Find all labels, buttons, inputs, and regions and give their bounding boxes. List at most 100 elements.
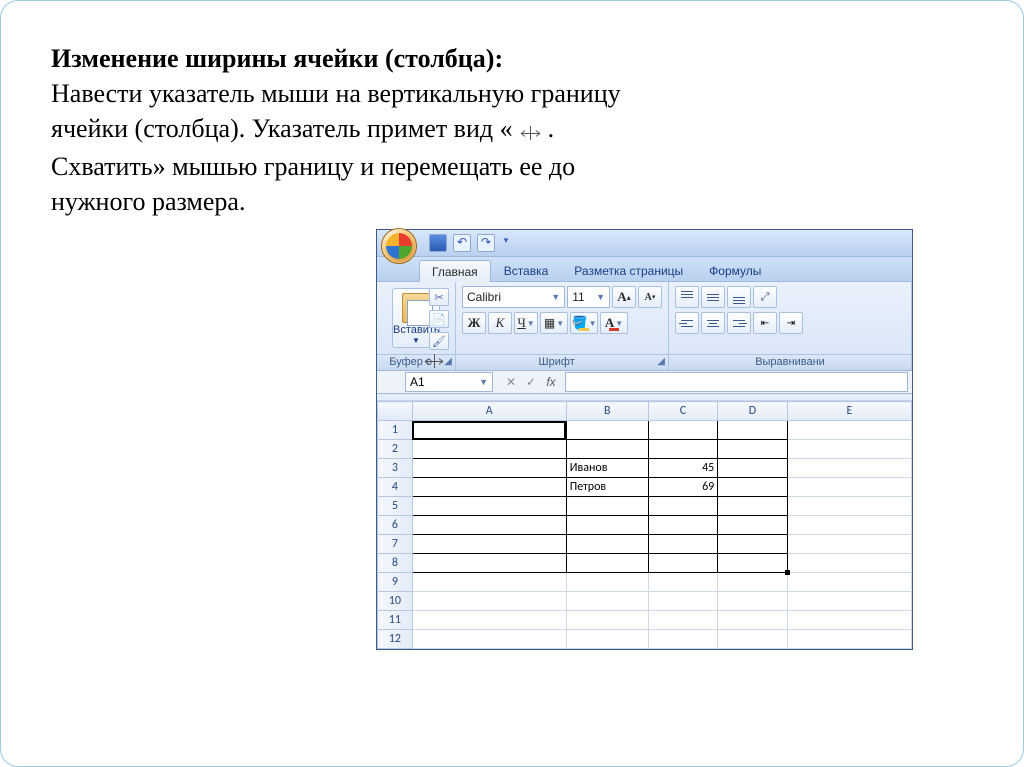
cell-D4[interactable] [718, 478, 788, 497]
borders-button[interactable]: ▦▼ [540, 312, 568, 334]
format-painter-icon[interactable]: 🖌 [429, 332, 449, 350]
cell-C11[interactable] [648, 611, 718, 630]
cell-C8[interactable] [648, 554, 718, 573]
cell-A2[interactable] [412, 440, 566, 459]
tab-insert[interactable]: Вставка [491, 259, 562, 281]
font-launcher-icon[interactable]: ◢ [657, 356, 665, 367]
cell-E11[interactable] [787, 611, 911, 630]
grow-font-icon[interactable]: A▴ [612, 286, 636, 308]
cell-B11[interactable] [566, 611, 648, 630]
bold-button[interactable]: Ж [462, 312, 486, 334]
cell-A8[interactable] [412, 554, 566, 573]
orientation-icon[interactable]: ⤢ [753, 286, 777, 308]
cell-A12[interactable] [412, 630, 566, 649]
cell-C4[interactable]: 69 [648, 478, 718, 497]
cell-B2[interactable] [566, 440, 648, 459]
cell-B8[interactable] [566, 554, 648, 573]
row-header[interactable]: 1 [378, 421, 413, 440]
cell-C2[interactable] [648, 440, 718, 459]
align-middle-icon[interactable] [701, 286, 725, 308]
column-headers[interactable]: A B C D E [378, 402, 912, 421]
cut-icon[interactable]: ✂ [429, 288, 449, 306]
increase-indent-icon[interactable]: ⇥ [779, 312, 803, 334]
cell-D11[interactable] [718, 611, 788, 630]
cell-A10[interactable] [412, 592, 566, 611]
cell-E4[interactable] [787, 478, 911, 497]
cell-E9[interactable] [787, 573, 911, 592]
cell-B4[interactable]: Петров [566, 478, 648, 497]
shrink-font-icon[interactable]: A▾ [638, 286, 662, 308]
cell-E7[interactable] [787, 535, 911, 554]
row-header[interactable]: 9 [378, 573, 413, 592]
row-header[interactable]: 2 [378, 440, 413, 459]
cell-A4[interactable] [412, 478, 566, 497]
cell-A9[interactable] [412, 573, 566, 592]
cancel-icon[interactable]: ✕ [503, 375, 519, 389]
worksheet-grid[interactable]: A B C D E 1 2 [377, 401, 912, 649]
cell-E8[interactable] [787, 554, 911, 573]
cell-A6[interactable] [412, 516, 566, 535]
name-box[interactable]: A1 ▼ [405, 372, 493, 392]
font-color-button[interactable]: A▼ [600, 312, 628, 334]
font-name-select[interactable]: Calibri ▼ [462, 286, 565, 308]
cell-E2[interactable] [787, 440, 911, 459]
cell-E5[interactable] [787, 497, 911, 516]
undo-icon[interactable] [453, 234, 471, 252]
tab-page-layout[interactable]: Разметка страницы [561, 259, 696, 281]
redo-icon[interactable] [477, 234, 495, 252]
col-header-C[interactable]: C [648, 402, 718, 421]
cell-B3[interactable]: Иванов [566, 459, 648, 478]
row-header[interactable]: 7 [378, 535, 413, 554]
cell-C10[interactable] [648, 592, 718, 611]
formula-input[interactable] [565, 372, 908, 392]
cell-B5[interactable] [566, 497, 648, 516]
cell-D8[interactable] [718, 554, 788, 573]
cell-D6[interactable] [718, 516, 788, 535]
col-header-A[interactable]: A [412, 402, 566, 421]
row-header[interactable]: 8 [378, 554, 413, 573]
save-icon[interactable] [429, 234, 447, 252]
grid-body[interactable]: 1 2 3 Иванов [378, 421, 912, 649]
align-right-icon[interactable] [727, 312, 751, 334]
col-header-B[interactable]: B [566, 402, 648, 421]
cell-D12[interactable] [718, 630, 788, 649]
cell-D2[interactable] [718, 440, 788, 459]
cell-C9[interactable] [648, 573, 718, 592]
cell-A3[interactable] [412, 459, 566, 478]
cell-B6[interactable] [566, 516, 648, 535]
italic-button[interactable]: К [488, 312, 512, 334]
cell-A1[interactable] [412, 421, 566, 440]
cell-B10[interactable] [566, 592, 648, 611]
row-header[interactable]: 10 [378, 592, 413, 611]
row-header[interactable]: 5 [378, 497, 413, 516]
cell-D10[interactable] [718, 592, 788, 611]
align-center-icon[interactable] [701, 312, 725, 334]
cell-D9[interactable] [718, 573, 788, 592]
col-header-E[interactable]: E [787, 402, 911, 421]
row-header[interactable]: 11 [378, 611, 413, 630]
cell-C5[interactable] [648, 497, 718, 516]
qat-more-icon[interactable]: ▾ [501, 235, 511, 251]
cell-E12[interactable] [787, 630, 911, 649]
cell-E10[interactable] [787, 592, 911, 611]
cell-D3[interactable] [718, 459, 788, 478]
align-left-icon[interactable] [675, 312, 699, 334]
row-header[interactable]: 12 [378, 630, 413, 649]
select-all-corner[interactable] [378, 402, 413, 421]
fx-icon[interactable]: fx [543, 375, 559, 389]
cell-A7[interactable] [412, 535, 566, 554]
cell-C1[interactable] [648, 421, 718, 440]
fill-color-button[interactable]: 🪣▼ [570, 312, 598, 334]
cell-E3[interactable] [787, 459, 911, 478]
cell-B12[interactable] [566, 630, 648, 649]
font-size-select[interactable]: 11 ▼ [567, 286, 610, 308]
row-header[interactable]: 6 [378, 516, 413, 535]
cell-B7[interactable] [566, 535, 648, 554]
underline-button[interactable]: Ч▼ [514, 312, 538, 334]
tab-formulas[interactable]: Формулы [696, 259, 774, 281]
enter-icon[interactable]: ✓ [523, 375, 539, 389]
cell-C3[interactable]: 45 [648, 459, 718, 478]
cell-D5[interactable] [718, 497, 788, 516]
cell-B1[interactable] [566, 421, 648, 440]
copy-icon[interactable]: 📄 [429, 310, 449, 328]
